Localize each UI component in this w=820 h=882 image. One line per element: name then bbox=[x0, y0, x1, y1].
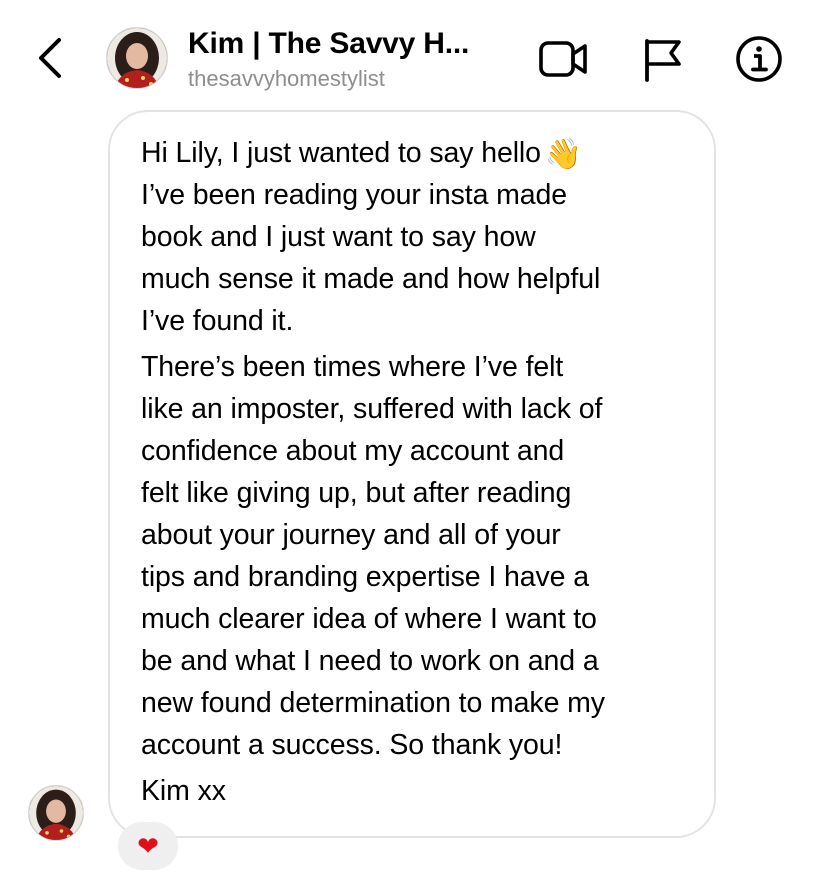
message-line: like an imposter, suffered with lack of bbox=[141, 393, 603, 425]
video-camera-icon bbox=[539, 41, 587, 77]
contact-name: Kim | The Savvy H... bbox=[188, 27, 470, 60]
waving-hand-emoji: 👋 bbox=[544, 138, 583, 171]
video-call-button[interactable] bbox=[538, 34, 590, 84]
message-line: account a success. So thank you! bbox=[141, 729, 563, 761]
message-bubble[interactable]: Hi Lily, I just wanted to say hello 👋 I’v… bbox=[108, 110, 716, 838]
message-line: much clearer idea of where I want to bbox=[141, 603, 597, 635]
message-line: felt like giving up, but after reading bbox=[141, 477, 572, 509]
message-line: I’ve been reading your insta made bbox=[141, 179, 568, 211]
back-button[interactable] bbox=[28, 30, 72, 86]
contact-info[interactable]: Kim | The Savvy H... thesavvyhomestylist bbox=[188, 26, 518, 94]
message-line: about your journey and all of your bbox=[141, 519, 561, 551]
message-line: confidence about my account and bbox=[141, 435, 565, 467]
message-line: be and what I need to work on and a bbox=[141, 645, 599, 677]
flag-icon bbox=[645, 39, 681, 82]
report-button[interactable] bbox=[636, 34, 688, 84]
message-line: tips and branding expertise I have a bbox=[141, 561, 589, 593]
message-line: I’ve found it. bbox=[141, 305, 294, 337]
sender-avatar[interactable] bbox=[28, 785, 84, 841]
heart-icon: ❤ bbox=[137, 831, 159, 861]
contact-handle: thesavvyhomestylist bbox=[188, 66, 385, 91]
message-line: Hi Lily, I just wanted to say hello 👋 bbox=[141, 137, 583, 171]
chevron-left-icon bbox=[39, 38, 61, 78]
message-line: much sense it made and how helpful bbox=[141, 263, 601, 295]
info-icon bbox=[736, 36, 782, 82]
message-line: new found determination to make my bbox=[141, 687, 605, 719]
info-button[interactable] bbox=[733, 34, 785, 84]
chat-header: Kim | The Savvy H... thesavvyhomestylist bbox=[0, 0, 820, 110]
message-line: book and I just want to say how bbox=[141, 221, 536, 253]
message-line: There’s been times where I’ve felt bbox=[141, 351, 564, 383]
heart-reaction[interactable]: ❤ bbox=[118, 822, 178, 870]
avatar[interactable] bbox=[106, 27, 168, 89]
message-signature: Kim xx bbox=[141, 775, 226, 807]
